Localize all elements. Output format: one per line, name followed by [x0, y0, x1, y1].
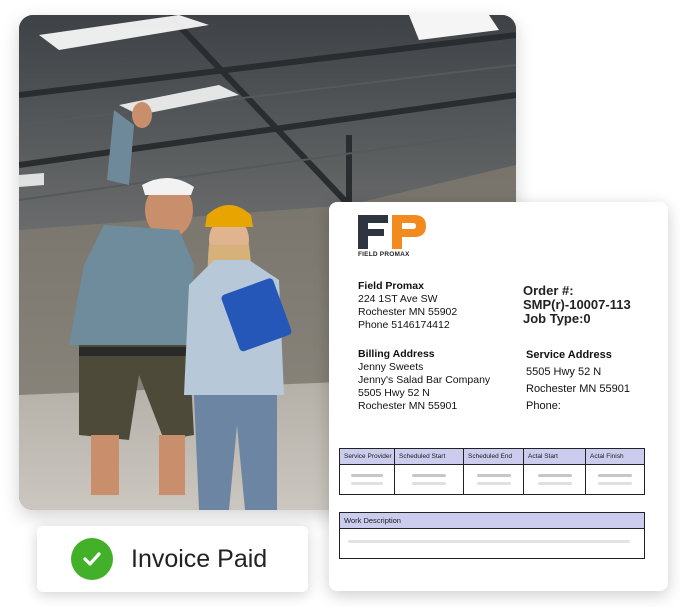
- billing-name: Jenny Sweets: [358, 361, 424, 373]
- check-icon: [71, 538, 113, 580]
- billing-address: Billing Address Jenny Sweets Jenny's Sal…: [358, 348, 490, 413]
- job-type: Job Type:0: [523, 311, 591, 326]
- table-column: Scheduled Start: [395, 449, 464, 494]
- company-phone: Phone 5146174412: [358, 319, 450, 331]
- order-label: Order #:: [523, 283, 574, 298]
- work-order-document: FIELD PROMAX Field Promax 224 1ST Ave SW…: [329, 202, 668, 591]
- table-column: Actal Start: [524, 449, 586, 494]
- table-cell: [340, 465, 394, 494]
- logo-wordmark: FIELD PROMAX: [358, 251, 410, 258]
- order-info: Order #: SMP(r)-10007-113 Job Type:0: [523, 284, 631, 326]
- column-header: Actal Start: [524, 449, 585, 465]
- table-cell: [524, 465, 585, 494]
- column-header: Scheduled End: [464, 449, 523, 465]
- company-city: Rochester MN 55902: [358, 306, 458, 318]
- placeholder-line: [348, 540, 630, 543]
- table-cell: [586, 465, 644, 494]
- table-column: Service Provider: [340, 449, 395, 494]
- work-description-table: Work Description: [339, 512, 645, 559]
- company-address: Field Promax 224 1ST Ave SW Rochester MN…: [358, 280, 457, 332]
- field-promax-logo: [358, 215, 426, 249]
- billing-street: 5505 Hwy 52 N: [358, 387, 430, 399]
- invoice-paid-label: Invoice Paid: [131, 544, 268, 573]
- company-name: Field Promax: [358, 280, 424, 292]
- billing-city: Rochester MN 55901: [358, 400, 458, 412]
- service-phone: Phone:: [526, 400, 561, 412]
- column-header: Service Provider: [340, 449, 394, 465]
- table-column: Scheduled End: [464, 449, 524, 494]
- billing-heading: Billing Address: [358, 348, 435, 360]
- service-street: 5505 Hwy 52 N: [526, 366, 602, 378]
- invoice-paid-badge: Invoice Paid: [37, 526, 308, 592]
- service-city: Rochester MN 55901: [526, 383, 630, 395]
- company-street: 224 1ST Ave SW: [358, 293, 438, 305]
- table-cell: [395, 465, 463, 494]
- schedule-table: Service Provider Scheduled Start Schedul…: [339, 448, 645, 495]
- order-number: SMP(r)-10007-113: [523, 297, 631, 312]
- table-cell: [464, 465, 523, 494]
- service-address: Service Address 5505 Hwy 52 N Rochester …: [526, 347, 630, 415]
- billing-company: Jenny's Salad Bar Company: [358, 374, 491, 386]
- column-header: Actal Finish: [586, 449, 644, 465]
- service-heading: Service Address: [526, 349, 612, 361]
- work-description-header: Work Description: [340, 513, 644, 529]
- column-header: Scheduled Start: [395, 449, 463, 465]
- table-column: Actal Finish: [586, 449, 644, 494]
